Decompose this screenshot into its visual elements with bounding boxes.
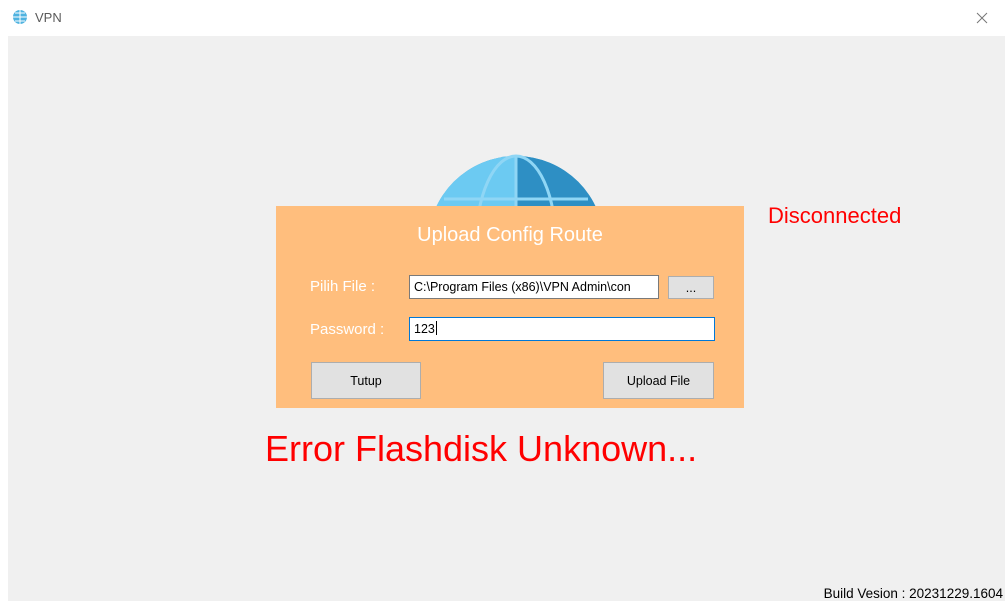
dialog-title: Upload Config Route [417, 224, 603, 246]
upload-config-dialog: Upload Config Route Pilih File : C:\Prog… [276, 206, 744, 408]
close-icon [976, 12, 988, 24]
password-field[interactable]: 123 [409, 317, 715, 341]
file-label: Pilih File : [310, 278, 376, 295]
file-path-field[interactable]: C:\Program Files (x86)\VPN Admin\con [409, 275, 659, 299]
title-bar: VPN [0, 0, 1005, 36]
password-value: 123 [414, 322, 435, 336]
main-panel: Disconnected Upload Config Route Pilih F… [8, 36, 1005, 601]
build-version: Build Vesion : 20231229.1604 [823, 586, 1003, 601]
password-label: Password : [310, 321, 385, 338]
connection-status: Disconnected [768, 203, 902, 228]
close-button[interactable] [959, 0, 1005, 36]
upload-file-button[interactable]: Upload File [603, 362, 714, 399]
error-message: Error Flashdisk Unknown... [265, 428, 698, 469]
globe-icon [13, 10, 27, 24]
browse-button[interactable]: ... [668, 276, 714, 299]
window-title: VPN [35, 10, 62, 25]
file-path-value: C:\Program Files (x86)\VPN Admin\con [414, 280, 631, 294]
close-dialog-button[interactable]: Tutup [311, 362, 421, 399]
text-caret [435, 321, 437, 335]
